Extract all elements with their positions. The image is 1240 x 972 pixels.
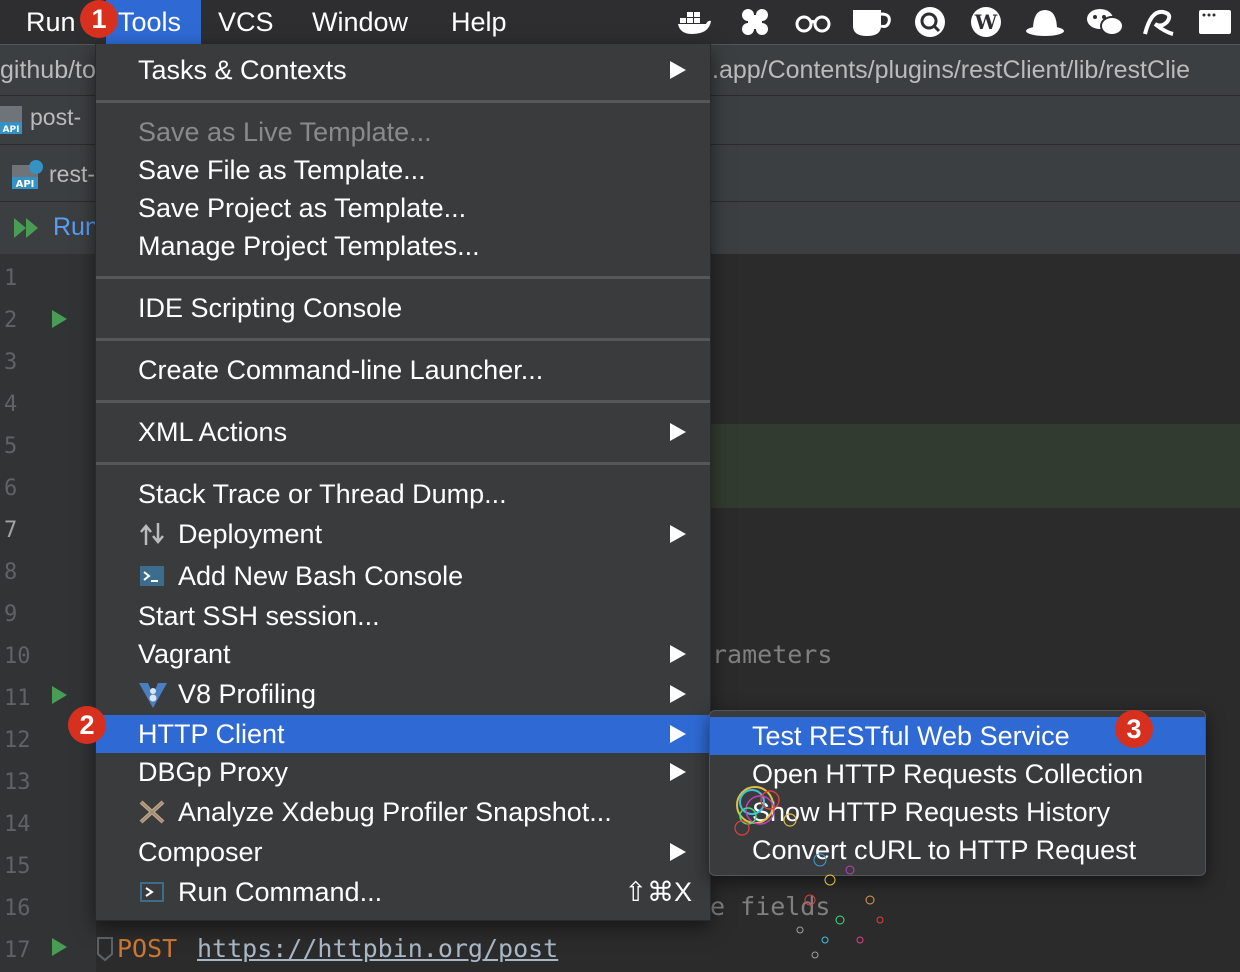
menu-item-start-ssh[interactable]: Start SSH session... [96, 597, 710, 635]
wechat-icon[interactable] [1085, 6, 1124, 38]
menu-item-http-client[interactable]: HTTP Client [96, 715, 710, 753]
line-number: 3 [4, 350, 18, 375]
tools-menu: Tasks & Contexts Save as Live Template..… [95, 44, 711, 921]
menu-item-analyze-xdebug[interactable]: Analyze Xdebug Profiler Snapshot... [96, 793, 710, 831]
search-icon[interactable] [912, 6, 948, 38]
menu-item-run-command[interactable]: Run Command... ⇧⌘X [96, 873, 710, 911]
submenu-arrow-icon [670, 525, 686, 543]
step-badge-2: 2 [68, 706, 106, 744]
menu-item-create-cli-launcher[interactable]: Create Command-line Launcher... [96, 351, 710, 389]
line-number: 14 [4, 812, 31, 837]
step-badge-3: 3 [1115, 710, 1153, 748]
line-number: 1 [4, 266, 18, 291]
step-badge-1: 1 [80, 0, 118, 38]
submenu-arrow-icon [670, 763, 686, 781]
path-right: .app/Contents/plugins/restClient/lib/res… [712, 56, 1191, 84]
menu-run[interactable]: Run [16, 0, 86, 44]
submenu-arrow-icon [670, 645, 686, 663]
menu-separator [96, 400, 710, 403]
menu-separator [96, 276, 710, 279]
line-number: 17 [4, 938, 31, 963]
menu-item-vagrant[interactable]: Vagrant [96, 635, 710, 673]
line-number: 15 [4, 854, 31, 879]
tab-rest[interactable]: rest- [49, 161, 95, 188]
submenu-arrow-icon [670, 423, 686, 441]
line-number: 9 [4, 602, 18, 627]
line-number: 11 [4, 686, 31, 711]
line-number: 8 [4, 560, 18, 585]
menu-tools[interactable]: Tools [106, 0, 201, 44]
sync-icon[interactable] [1141, 6, 1177, 38]
http-method: POST [117, 934, 178, 963]
keyboard-shortcut: ⇧⌘X [624, 877, 692, 907]
menu-item-ide-scripting-console[interactable]: IDE Scripting Console [96, 289, 710, 327]
menu-item-add-bash-console[interactable]: Add New Bash Console [96, 557, 710, 595]
macos-menubar: Run Tools VCS Window Help W [0, 0, 1240, 44]
svg-text:W: W [974, 10, 998, 34]
line-number: 10 [4, 644, 31, 669]
submenu-arrow-icon [670, 725, 686, 743]
docker-icon[interactable] [676, 6, 712, 38]
line-number: 16 [4, 896, 31, 921]
code-fragment: e fields [710, 892, 831, 921]
svg-text:API: API [16, 179, 35, 189]
run-all-icon[interactable] [14, 216, 44, 245]
menu-item-stack-trace[interactable]: Stack Trace or Thread Dump... [96, 475, 710, 513]
run-command-icon [138, 879, 166, 905]
terminal-icon [138, 563, 166, 589]
menu-item-dbgp-proxy[interactable]: DBGp Proxy [96, 753, 710, 791]
submenu-arrow-icon [670, 685, 686, 703]
request-url[interactable]: https://httpbin.org/post [197, 934, 558, 963]
xdebug-icon [138, 799, 166, 825]
svg-text:API: API [3, 125, 20, 134]
run-label[interactable]: Run [53, 213, 99, 242]
menu-item-tasks-contexts[interactable]: Tasks & Contexts [96, 51, 710, 89]
line-number: 4 [4, 392, 18, 417]
run-request-icon[interactable] [52, 938, 67, 956]
line-number: 5 [4, 434, 18, 459]
api-file-icon: API [0, 106, 30, 135]
hat-icon[interactable] [1025, 6, 1064, 38]
menu-item-convert-curl[interactable]: Convert cURL to HTTP Request [710, 831, 1205, 869]
line-number: 12 [4, 728, 31, 753]
menu-item-show-http-history[interactable]: Show HTTP Requests History [710, 793, 1205, 831]
menu-vcs[interactable]: VCS [208, 0, 284, 44]
menu-separator [96, 462, 710, 465]
line-number: 13 [4, 770, 31, 795]
submenu-arrow-icon [670, 61, 686, 79]
menu-item-save-file-template[interactable]: Save File as Template... [96, 151, 710, 189]
menu-help[interactable]: Help [441, 0, 517, 44]
window-icon[interactable] [1197, 6, 1233, 38]
menu-item-open-http-collection[interactable]: Open HTTP Requests Collection [710, 755, 1205, 793]
fold-icon[interactable] [96, 936, 114, 967]
line-number: 2 [4, 308, 18, 333]
run-request-icon[interactable] [52, 310, 67, 328]
menu-separator [96, 338, 710, 341]
submenu-arrow-icon [670, 843, 686, 861]
code-fragment: rameters [712, 640, 833, 669]
coffee-cup-icon[interactable] [851, 6, 891, 38]
v8-icon [138, 681, 167, 708]
wordpress-icon[interactable]: W [968, 6, 1004, 38]
menu-item-save-project-template[interactable]: Save Project as Template... [96, 189, 710, 227]
api-file-icon: API [12, 159, 43, 190]
line-number: 6 [4, 476, 18, 501]
menu-item-manage-project-templates[interactable]: Manage Project Templates... [96, 227, 710, 265]
menu-separator [96, 100, 710, 103]
tab-post[interactable]: post- [30, 104, 81, 131]
line-gutter: 1 2 3 4 5 6 7 8 9 10 11 12 13 14 15 16 1… [0, 254, 96, 972]
menu-item-v8-profiling[interactable]: V8 Profiling [96, 675, 710, 713]
path-left: github/to [0, 56, 96, 84]
glasses-icon[interactable] [795, 6, 831, 38]
menu-item-save-live-template: Save as Live Template... [138, 117, 432, 147]
menu-item-composer[interactable]: Composer [96, 833, 710, 871]
current-line-number: 7 [4, 518, 18, 543]
run-request-icon[interactable] [52, 686, 67, 704]
command-key-icon[interactable] [737, 6, 773, 38]
deployment-icon [138, 521, 166, 547]
menu-item-deployment[interactable]: Deployment [96, 515, 710, 553]
menu-window[interactable]: Window [302, 0, 418, 44]
menu-item-xml-actions[interactable]: XML Actions [96, 413, 710, 451]
